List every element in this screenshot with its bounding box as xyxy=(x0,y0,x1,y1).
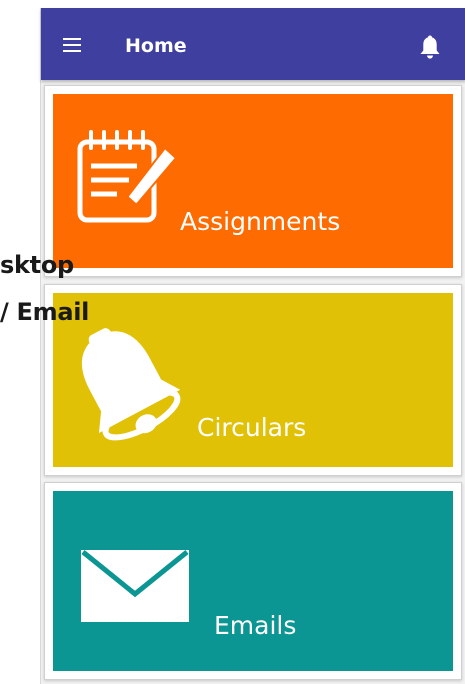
background-area xyxy=(0,0,40,684)
app-header: Home xyxy=(41,8,465,80)
notification-bell-icon[interactable] xyxy=(419,34,441,60)
emails-tile-body: Emails xyxy=(53,491,453,671)
assignments-tile-body: Assignments xyxy=(53,94,453,268)
app-screen: Home Assignments Circulars Emails xyxy=(40,8,465,684)
circulars-tile[interactable]: Circulars xyxy=(44,284,462,476)
envelope-icon xyxy=(79,546,191,630)
circulars-label: Circulars xyxy=(197,413,307,442)
assignments-label: Assignments xyxy=(180,207,341,236)
hamburger-menu-icon[interactable] xyxy=(63,38,81,52)
circulars-tile-body: Circulars xyxy=(53,293,453,467)
overlay-text-line-1: sktop xyxy=(0,251,74,279)
notepad-pencil-icon xyxy=(77,130,187,229)
emails-tile[interactable]: Emails xyxy=(44,482,462,680)
page-title: Home xyxy=(125,35,187,57)
bell-icon xyxy=(75,317,185,451)
assignments-tile[interactable]: Assignments xyxy=(44,85,462,277)
emails-label: Emails xyxy=(214,611,297,640)
overlay-text-line-2: / Email xyxy=(0,298,90,326)
